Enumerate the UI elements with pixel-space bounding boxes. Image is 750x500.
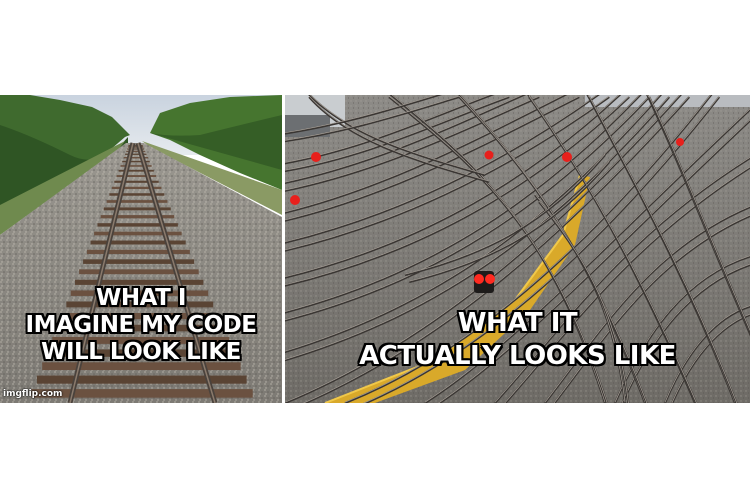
- sleeper: [31, 389, 253, 398]
- sleeper: [86, 249, 190, 254]
- signal-light: [676, 138, 684, 146]
- right-caption: WHAT IT ACTUALLY LOOKS LIKE: [285, 307, 750, 373]
- signal-light: [484, 150, 494, 160]
- right-caption-line: WHAT IT: [457, 308, 578, 338]
- sleeper: [94, 231, 182, 236]
- left-caption-line: WILL LOOK LIKE: [41, 339, 241, 365]
- sleeper: [103, 207, 171, 211]
- sleeper: [100, 215, 175, 219]
- left-caption: WHAT I IMAGINE MY CODE WILL LOOK LIKE: [0, 285, 282, 366]
- signal-light: [290, 195, 300, 205]
- right-caption-line: ACTUALLY LOOKS LIKE: [359, 341, 676, 371]
- sleeper: [83, 259, 195, 264]
- sleeper: [97, 223, 178, 227]
- signal-light: [474, 274, 484, 284]
- left-caption-line: IMAGINE MY CODE: [25, 312, 257, 338]
- sleeper: [90, 240, 186, 245]
- sleeper: [36, 375, 247, 384]
- sleeper: [106, 200, 168, 203]
- imgflip-watermark: imgflip.com: [3, 389, 63, 399]
- left-caption-line: WHAT I: [96, 285, 186, 311]
- signal-light: [311, 152, 321, 162]
- signal-light: [562, 152, 572, 162]
- signal-light: [485, 274, 495, 284]
- meme-image: imgflip.com WHAT I IMAGINE MY CODE WILL …: [0, 95, 750, 403]
- sleeper: [79, 269, 199, 275]
